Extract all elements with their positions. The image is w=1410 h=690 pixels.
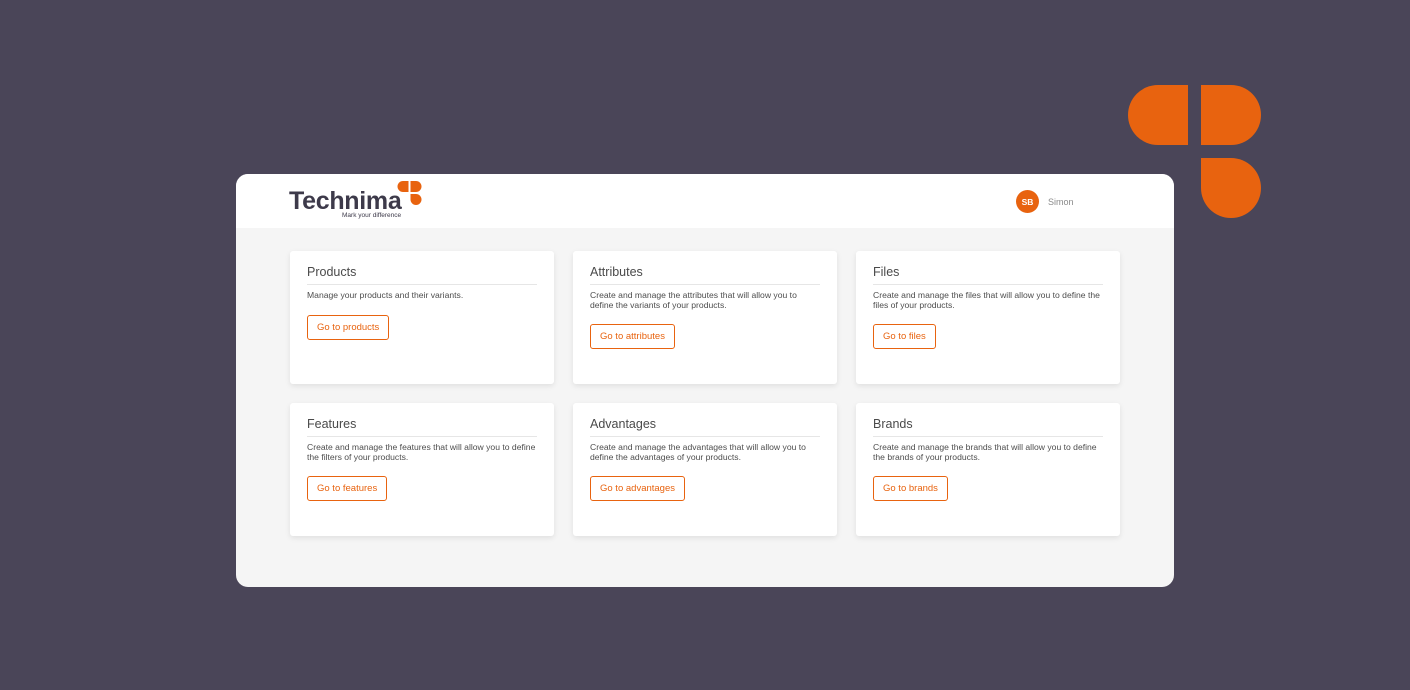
card-description: Create and manage the attributes that wi… bbox=[590, 290, 797, 310]
top-bar: Technima Mark your difference SB Simon bbox=[236, 174, 1174, 228]
card-grid: Products Manage your products and their … bbox=[290, 251, 1120, 536]
user-name: Simon bbox=[1048, 196, 1074, 207]
card-brands: Brands Create and manage the brands that… bbox=[856, 403, 1120, 536]
card-attributes: Attributes Create and manage the attribu… bbox=[573, 251, 837, 384]
card-description: Create and manage the files that will al… bbox=[873, 290, 1100, 310]
logo[interactable]: Technima Mark your difference bbox=[289, 181, 429, 225]
card-products: Products Manage your products and their … bbox=[290, 251, 554, 384]
app-window: Technima Mark your difference SB Simon P… bbox=[236, 174, 1174, 587]
card-title: Attributes bbox=[590, 265, 820, 285]
card-files: Files Create and manage the files that w… bbox=[856, 251, 1120, 384]
go-to-features-button[interactable]: Go to features bbox=[307, 476, 388, 501]
avatar[interactable]: SB bbox=[1016, 190, 1039, 213]
card-title: Advantages bbox=[590, 417, 820, 437]
card-title: Files bbox=[873, 265, 1103, 285]
go-to-brands-button[interactable]: Go to brands bbox=[873, 476, 948, 501]
go-to-files-button[interactable]: Go to files bbox=[873, 324, 936, 349]
logo-tagline: Mark your difference bbox=[342, 212, 402, 219]
card-description: Create and manage the brands that will a… bbox=[873, 442, 1097, 462]
card-description: Create and manage the advantages that wi… bbox=[590, 442, 806, 462]
go-to-attributes-button[interactable]: Go to attributes bbox=[590, 324, 675, 349]
card-title: Features bbox=[307, 417, 537, 437]
card-advantages: Advantages Create and manage the advanta… bbox=[573, 403, 837, 536]
go-to-products-button[interactable]: Go to products bbox=[307, 315, 390, 340]
user-menu[interactable]: SB Simon bbox=[1016, 190, 1074, 213]
clover-icon bbox=[397, 181, 422, 205]
go-to-advantages-button[interactable]: Go to advantages bbox=[590, 476, 685, 501]
card-description: Create and manage the features that will… bbox=[307, 442, 536, 462]
card-description: Manage your products and their variants. bbox=[307, 290, 464, 300]
card-title: Products bbox=[307, 265, 537, 285]
card-title: Brands bbox=[873, 417, 1103, 437]
card-features: Features Create and manage the features … bbox=[290, 403, 554, 536]
